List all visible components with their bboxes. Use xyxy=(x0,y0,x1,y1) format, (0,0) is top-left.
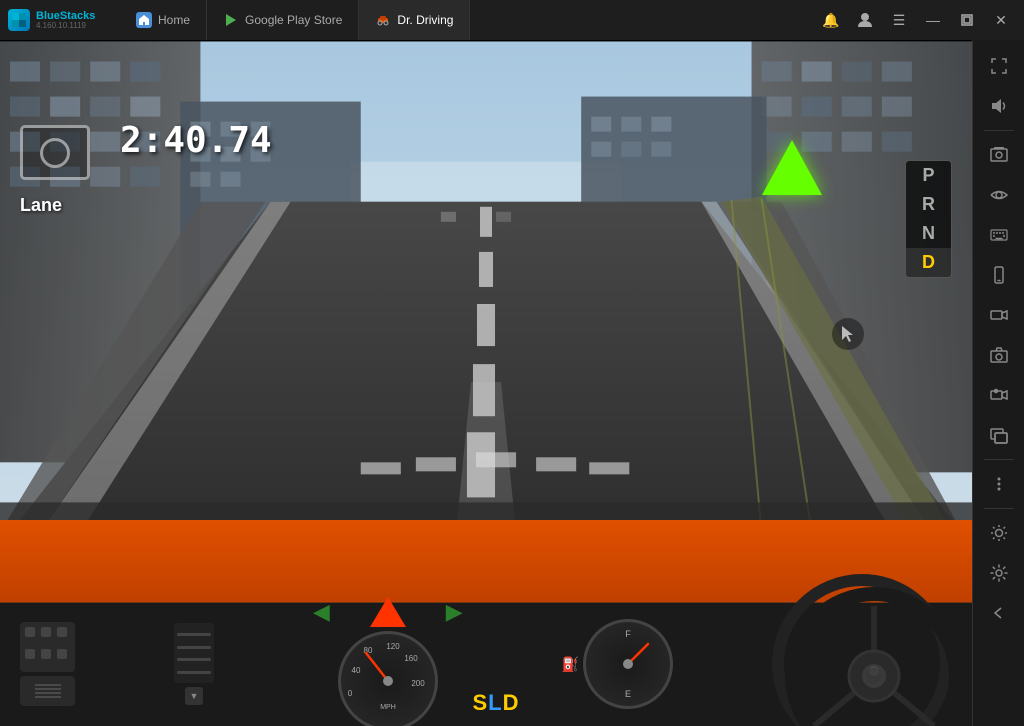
sidebar xyxy=(972,40,1024,726)
sld-logo: SLD xyxy=(472,690,519,716)
svg-text:E: E xyxy=(625,689,631,699)
svg-text:40: 40 xyxy=(351,666,360,675)
right-turn-signal: ▶ xyxy=(446,599,463,625)
back-btn[interactable] xyxy=(981,595,1017,631)
scroll-button[interactable]: ▼ xyxy=(185,687,203,705)
tab-home[interactable]: Home xyxy=(120,0,207,40)
notification-btn[interactable]: 🔔 xyxy=(816,5,846,35)
minimize-btn[interactable]: — xyxy=(918,5,948,35)
dash-interior: ▼ ◀ ▶ 80 120 40 xyxy=(0,603,972,726)
video-cam-btn[interactable] xyxy=(981,297,1017,333)
game-timer: 2:40.74 xyxy=(120,120,272,161)
vent-panel xyxy=(174,623,214,683)
gear-dot xyxy=(41,627,51,637)
menu-btn[interactable]: ☰ xyxy=(884,5,914,35)
warning-triangle xyxy=(370,597,406,627)
cursor-indicator xyxy=(832,318,864,350)
left-turn-signal: ◀ xyxy=(313,599,330,625)
steering-wheel xyxy=(772,574,952,726)
tab-dr-driving[interactable]: Dr. Driving xyxy=(359,0,470,40)
gear-p: P xyxy=(906,161,951,190)
logo-version: 4.160.10.1119 xyxy=(36,22,95,30)
street-scene xyxy=(0,40,972,534)
dr-driving-icon xyxy=(375,12,391,28)
vent-area: ▼ xyxy=(174,623,214,705)
gear-n: N xyxy=(906,219,951,248)
turn-signals: ◀ ▶ xyxy=(313,597,463,627)
record-btn[interactable] xyxy=(981,377,1017,413)
brightness-btn[interactable] xyxy=(981,515,1017,551)
tabs-area: Home Google Play Store Dr. Driving xyxy=(120,0,808,40)
vent-line xyxy=(177,646,211,649)
sld-s: S xyxy=(472,690,488,715)
vent-line xyxy=(177,633,211,636)
screenshot-game-btn[interactable] xyxy=(981,137,1017,173)
speedometer-area: ◀ ▶ 80 120 40 160 0 200 MPH xyxy=(313,597,463,726)
bluestacks-logo xyxy=(8,9,30,31)
account-btn[interactable] xyxy=(850,5,880,35)
sidebar-divider-3 xyxy=(984,508,1014,509)
fuel-gauge: F E xyxy=(583,619,673,709)
tab-home-label: Home xyxy=(158,13,190,27)
svg-text:0: 0 xyxy=(348,689,353,698)
game-area[interactable]: 2:40.74 Lane P R N D xyxy=(0,40,972,726)
svg-text:120: 120 xyxy=(386,642,400,651)
svg-text:200: 200 xyxy=(411,679,425,688)
camera-circle xyxy=(40,138,70,168)
gear-box xyxy=(20,622,75,672)
gear-r: R xyxy=(906,190,951,219)
logo-area: BlueStacks 4.160.10.1119 xyxy=(0,9,120,31)
home-icon xyxy=(136,12,152,28)
gear-dot xyxy=(57,649,67,659)
svg-text:160: 160 xyxy=(404,654,418,663)
tab-google-play-label: Google Play Store xyxy=(245,13,342,27)
play-store-icon xyxy=(223,12,239,28)
svg-text:F: F xyxy=(625,629,631,639)
gear-d: D xyxy=(906,248,951,277)
tab-dr-driving-label: Dr. Driving xyxy=(397,13,453,27)
gallery-btn[interactable] xyxy=(981,417,1017,453)
speedometer: 80 120 40 160 0 200 MPH xyxy=(338,631,438,726)
gear-dot xyxy=(57,627,67,637)
vent-line xyxy=(177,658,211,661)
close-btn[interactable]: ✕ xyxy=(986,5,1016,35)
eye-view-btn[interactable] xyxy=(981,177,1017,213)
gas-can-icon: ⛽ xyxy=(562,656,579,673)
camera-hud-icon xyxy=(20,125,90,180)
logo-text: BlueStacks 4.160.10.1119 xyxy=(36,11,95,30)
dash-left-controls xyxy=(20,622,75,706)
main: 2:40.74 Lane P R N D xyxy=(0,40,1024,726)
titlebar: BlueStacks 4.160.10.1119 Home Google Pla… xyxy=(0,0,1024,40)
sidebar-divider xyxy=(984,130,1014,131)
maximize-btn[interactable] xyxy=(952,5,982,35)
tab-google-play[interactable]: Google Play Store xyxy=(207,0,359,40)
lane-label: Lane xyxy=(20,195,62,216)
titlebar-actions: 🔔 ☰ — ✕ xyxy=(808,5,1024,35)
gear-dot xyxy=(25,627,35,637)
more-btn[interactable] xyxy=(981,466,1017,502)
sld-d: D xyxy=(503,690,520,715)
svg-text:MPH: MPH xyxy=(380,704,396,711)
logo-name: BlueStacks xyxy=(36,11,95,22)
volume-btn[interactable] xyxy=(981,88,1017,124)
camera-btn[interactable] xyxy=(981,337,1017,373)
keyboard-btn[interactable] xyxy=(981,217,1017,253)
speaker-box xyxy=(20,676,75,706)
gear-indicator: P R N D xyxy=(905,160,952,278)
navigation-arrow xyxy=(762,140,822,195)
phone-btn[interactable] xyxy=(981,257,1017,293)
gear-dot xyxy=(25,649,35,659)
sidebar-divider-2 xyxy=(984,459,1014,460)
sld-l: L xyxy=(488,690,502,715)
fuel-gauge-area: ⛽ F E xyxy=(562,619,673,709)
vent-line xyxy=(177,671,211,674)
settings-btn[interactable] xyxy=(981,555,1017,591)
dashboard: ▼ ◀ ▶ 80 120 40 xyxy=(0,520,972,726)
fullscreen-btn[interactable] xyxy=(981,48,1017,84)
gear-dot xyxy=(41,649,51,659)
